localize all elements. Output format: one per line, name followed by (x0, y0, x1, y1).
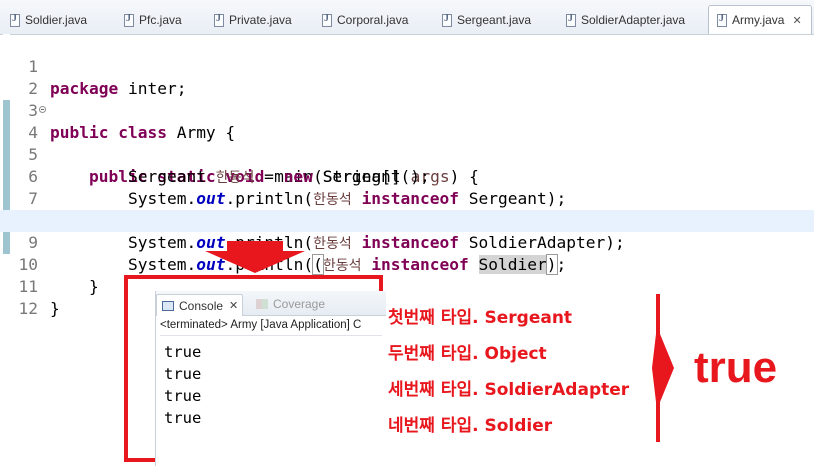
code-line: 3 public class Army { (0, 78, 814, 142)
code-editor[interactable]: 1 package inter; 2 3 public class Army {… (0, 34, 814, 318)
tab-soldieradapter-java[interactable]: SoldierAdapter.java (566, 8, 685, 32)
java-file-icon (214, 13, 224, 27)
code-line: 11 } (0, 254, 814, 318)
close-icon[interactable]: ✕ (229, 299, 238, 312)
code-line: 8 System.out.println(한동석 instanceof Sold… (0, 188, 814, 252)
java-file-icon (442, 13, 452, 27)
tab-army-java[interactable]: Army.java ✕ (708, 5, 812, 34)
coverage-tab-label: Coverage (273, 297, 326, 311)
code-line: 12 (0, 276, 814, 318)
arrow-down-icon (205, 241, 305, 273)
tab-label: Pfc.java (139, 13, 182, 27)
java-file-icon (10, 13, 20, 27)
tab-label: Corporal.java (337, 13, 409, 27)
code-text: } (50, 299, 60, 318)
console-highlight-frame: Console ✕ Coverage <terminated> Army [Ja… (124, 275, 386, 466)
editor-tab-bar: Soldier.java Pfc.java Private.java Corpo… (0, 0, 814, 35)
console-output-line: true (164, 387, 202, 405)
tab-soldier-java[interactable]: Soldier.java (10, 8, 87, 32)
console-icon (162, 300, 174, 311)
tab-label: SoldierAdapter.java (581, 13, 686, 27)
java-file-icon (322, 13, 332, 27)
coverage-icon (256, 299, 268, 309)
code-line: 10 } (0, 232, 814, 296)
tab-corporal-java[interactable]: Corporal.java (322, 8, 408, 32)
tab-console[interactable]: Console ✕ (156, 294, 244, 316)
fold-toggle-icon[interactable] (39, 106, 46, 113)
close-icon[interactable]: ✕ (792, 14, 801, 27)
code-line-current: 9 System.out.println((한동석 instanceof Sol… (0, 210, 814, 275)
tab-private-java[interactable]: Private.java (214, 8, 292, 32)
arrow-right-icon (652, 294, 674, 442)
code-line: 5 Sergeant 한동석 = new Sergeant(); (0, 122, 814, 186)
annotation-first-type: 첫번째 타입. Sergeant (388, 308, 573, 328)
code-line: 6 System.out.println(한동석 instanceof Serg… (0, 144, 814, 208)
code-line: 1 package inter; (0, 34, 814, 98)
tab-label: Sergeant.java (457, 13, 532, 27)
tab-label: Private.java (229, 13, 292, 27)
console-output-line: true (164, 409, 202, 427)
java-file-icon (717, 13, 727, 27)
tab-pfc-java[interactable]: Pfc.java (124, 8, 182, 32)
annotation-second-type: 두번째 타입. Object (388, 344, 547, 364)
console-output-line: true (164, 365, 202, 383)
console-tab-bar: Console ✕ Coverage (156, 291, 386, 316)
code-line: 4 public static void main(String[] args)… (0, 100, 814, 186)
result-label: true (694, 343, 778, 392)
tab-coverage[interactable]: Coverage (250, 295, 325, 313)
tab-label: Soldier.java (25, 13, 88, 27)
console-output-line: true (164, 343, 202, 361)
java-file-icon (566, 13, 576, 27)
line-number: 12 (18, 299, 39, 318)
annotation-third-type: 세번째 타입. SoldierAdapter (388, 380, 630, 400)
annotation-fourth-type: 네번째 타입. Soldier (388, 416, 553, 436)
java-file-icon (124, 13, 134, 27)
console-status-line: <terminated> Army [Java Application] C (160, 319, 382, 336)
code-line: 7 System.out.println(한동석 instanceof Obje… (0, 166, 814, 230)
tab-label: Army.java (732, 13, 785, 27)
tab-sergeant-java[interactable]: Sergeant.java (442, 8, 531, 32)
console-view: Console ✕ Coverage <terminated> Army [Ja… (155, 291, 386, 466)
code-line: 2 (0, 56, 814, 98)
console-tab-label: Console (179, 298, 224, 313)
